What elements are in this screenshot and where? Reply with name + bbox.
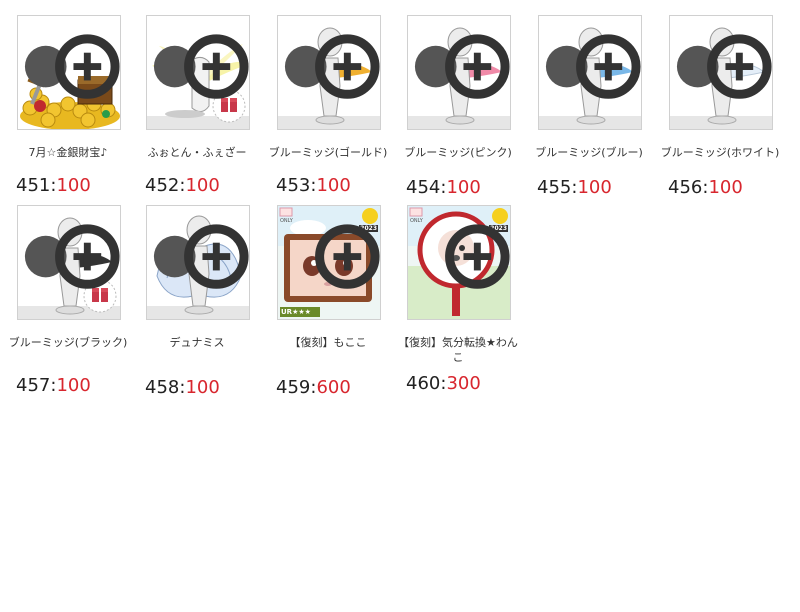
item-thumbnail[interactable] [146, 15, 250, 130]
item-name[interactable]: ブルーミッジ(ピンク) [396, 145, 520, 160]
item-price: 100 [446, 177, 481, 198]
item-number-price: 459:600 [276, 377, 351, 398]
item-number-price: 454:100 [406, 177, 481, 198]
item-thumbnail[interactable] [538, 15, 642, 130]
zoom-icon[interactable] [18, 206, 121, 320]
zoom-icon[interactable] [278, 206, 381, 320]
item-name[interactable]: ブルーミッジ(ブルー) [527, 145, 651, 160]
item-price: 100 [185, 175, 220, 196]
item-thumbnail[interactable] [669, 15, 773, 130]
item-id: 456 [668, 177, 703, 198]
item-id: 459 [276, 377, 311, 398]
item-number-price: 451:100 [16, 175, 91, 196]
item-number-price: 455:100 [537, 177, 612, 198]
item-name[interactable]: ふぉとん・ふぇざー [135, 145, 259, 160]
item-number-price: 457:100 [16, 375, 91, 396]
item-name[interactable]: 【復刻】もここ [266, 335, 390, 350]
item-number-price: 453:100 [276, 175, 351, 196]
item-thumbnail[interactable]: ONLY 2023 [407, 205, 511, 320]
item-grid: 7月☆金銀財宝♪ 451:100 ふぉとん・ふぇざー 452:100 ブルーミッ… [0, 0, 800, 612]
item-thumbnail[interactable] [17, 205, 121, 320]
item-id: 454 [406, 177, 441, 198]
item-name[interactable]: 【復刻】気分転換★わんこ [396, 335, 520, 365]
item-id: 451 [16, 175, 51, 196]
item-price: 100 [708, 177, 743, 198]
item-price: 300 [446, 373, 481, 394]
item-price: 100 [316, 175, 351, 196]
item-id: 457 [16, 375, 51, 396]
item-name[interactable]: 7月☆金銀財宝♪ [6, 145, 130, 160]
item-name[interactable]: ブルーミッジ(ブラック) [6, 335, 130, 350]
item-thumbnail[interactable] [407, 15, 511, 130]
item-id: 453 [276, 175, 311, 196]
item-thumbnail[interactable]: ONLY 2023 UR★★★ [277, 205, 381, 320]
item-number-price: 460:300 [406, 373, 481, 394]
item-thumbnail[interactable] [17, 15, 121, 130]
item-price: 100 [56, 175, 91, 196]
item-number-price: 456:100 [668, 177, 743, 198]
item-name[interactable]: ブルーミッジ(ホワイト) [658, 145, 782, 160]
item-number-price: 452:100 [145, 175, 220, 196]
item-id: 460 [406, 373, 441, 394]
zoom-icon[interactable] [670, 16, 773, 130]
item-price: 600 [316, 377, 351, 398]
item-id: 455 [537, 177, 572, 198]
zoom-icon[interactable] [278, 16, 381, 130]
item-number-price: 458:100 [145, 377, 220, 398]
item-thumbnail[interactable] [277, 15, 381, 130]
item-price: 100 [56, 375, 91, 396]
item-id: 458 [145, 377, 180, 398]
zoom-icon[interactable] [408, 206, 511, 320]
item-thumbnail[interactable] [146, 205, 250, 320]
zoom-icon[interactable] [147, 16, 250, 130]
zoom-icon[interactable] [408, 16, 511, 130]
zoom-icon[interactable] [147, 206, 250, 320]
zoom-icon[interactable] [539, 16, 642, 130]
item-price: 100 [185, 377, 220, 398]
item-name[interactable]: デュナミス [135, 335, 259, 350]
item-name[interactable]: ブルーミッジ(ゴールド) [266, 145, 390, 160]
item-price: 100 [577, 177, 612, 198]
zoom-icon[interactable] [18, 16, 121, 130]
item-id: 452 [145, 175, 180, 196]
